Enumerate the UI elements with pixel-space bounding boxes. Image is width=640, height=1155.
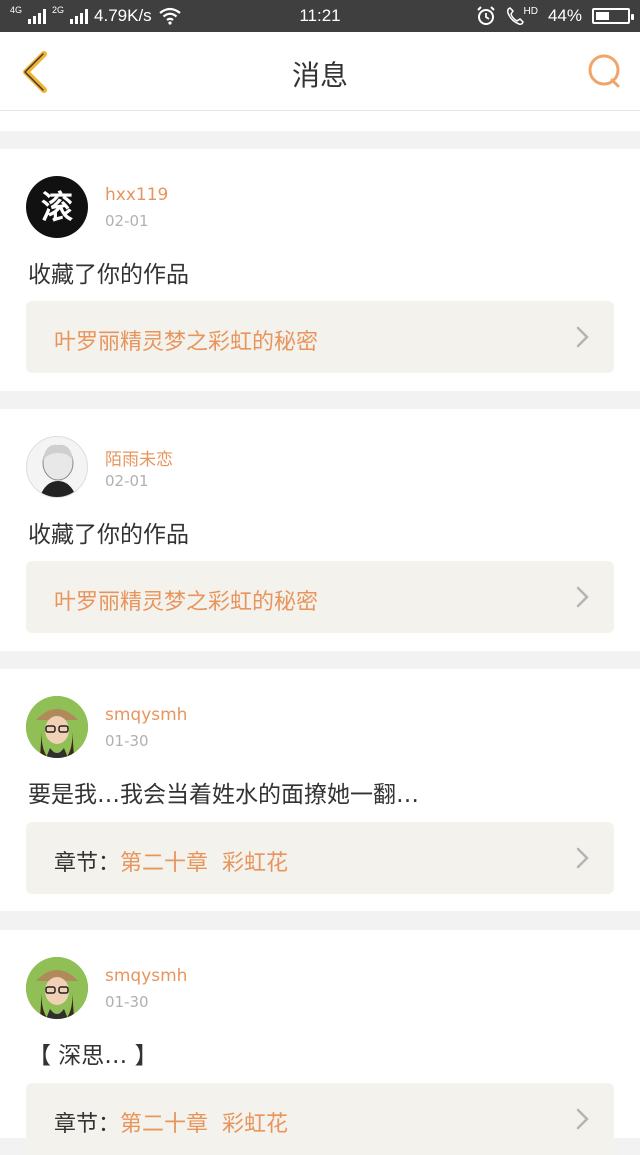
ref-title: 第二十章 彩虹花 <box>120 1112 289 1137</box>
battery-icon <box>592 8 634 24</box>
page-title: 消息 <box>291 59 348 92</box>
message-date: 02-01 <box>105 212 149 230</box>
ref-label: 章节： <box>54 851 121 876</box>
avatar[interactable] <box>26 436 88 498</box>
chevron-right-icon <box>576 847 589 869</box>
status-bar: 4G 2G 4.79K/s 11:21 HD 44% <box>0 0 640 32</box>
username[interactable]: smqysmh <box>105 705 187 725</box>
avatar[interactable]: 滚 <box>26 176 88 238</box>
work-link[interactable]: 叶罗丽精灵梦之彩虹的秘密 <box>26 301 614 373</box>
alarm-icon <box>476 6 495 25</box>
phone-icon <box>506 7 524 25</box>
message-date: 01-30 <box>105 732 149 750</box>
hd-call-indicator: HD <box>506 6 538 26</box>
battery-level <box>596 12 609 20</box>
hd-label: HD <box>523 6 538 17</box>
chapter-link[interactable]: 章节：第二十章 彩虹花 <box>26 1083 614 1155</box>
chevron-right-icon <box>576 326 589 348</box>
message-card[interactable]: smqysmh 01-30 【 深思… 】 章节：第二十章 彩虹花 <box>0 930 640 1155</box>
work-title: 叶罗丽精灵梦之彩虹的秘密 <box>54 324 318 356</box>
ref-title: 叶罗丽精灵梦之彩虹的秘密 <box>54 330 319 355</box>
message-text: 要是我…我会当着姓水的面撩她一翻… <box>28 782 419 808</box>
ref-title: 第二十章 彩虹花 <box>120 851 289 876</box>
search-icon <box>588 54 620 88</box>
avatar-image <box>26 696 88 758</box>
message-card[interactable]: 陌雨未恋 02-01 收藏了你的作品 叶罗丽精灵梦之彩虹的秘密 <box>0 409 640 651</box>
message-text: 收藏了你的作品 <box>28 262 189 288</box>
previous-card-edge <box>0 111 640 131</box>
chapter-link[interactable]: 章节：第二十章 彩虹花 <box>26 822 614 894</box>
chapter-title: 章节：第二十章 彩虹花 <box>54 1106 288 1138</box>
message-text: 收藏了你的作品 <box>28 522 189 548</box>
search-button[interactable] <box>584 50 624 94</box>
work-title: 叶罗丽精灵梦之彩虹的秘密 <box>54 584 318 616</box>
chapter-title: 章节：第二十章 彩虹花 <box>54 845 288 877</box>
chevron-right-icon <box>576 1108 589 1130</box>
message-date: 02-01 <box>105 472 149 490</box>
message-card[interactable]: smqysmh 01-30 要是我…我会当着姓水的面撩她一翻… 章节：第二十章 … <box>0 669 640 911</box>
message-card[interactable]: 滚 hxx119 02-01 收藏了你的作品 叶罗丽精灵梦之彩虹的秘密 <box>0 149 640 391</box>
username[interactable]: hxx119 <box>105 185 168 205</box>
avatar[interactable] <box>26 696 88 758</box>
username[interactable]: smqysmh <box>105 966 187 986</box>
avatar-image <box>26 957 88 1019</box>
avatar-image <box>39 444 77 497</box>
ref-title: 叶罗丽精灵梦之彩虹的秘密 <box>54 590 319 615</box>
work-link[interactable]: 叶罗丽精灵梦之彩虹的秘密 <box>26 561 614 633</box>
chevron-right-icon <box>576 586 589 608</box>
username[interactable]: 陌雨未恋 <box>105 445 173 470</box>
message-date: 01-30 <box>105 993 149 1011</box>
status-right: HD 44% <box>476 6 634 26</box>
message-text: 【 深思… 】 <box>28 1043 158 1069</box>
ref-label: 章节： <box>54 1112 121 1137</box>
avatar-text: 滚 <box>40 188 73 226</box>
battery-percent: 44% <box>547 6 582 25</box>
navigation-bar: 消息 <box>0 32 640 111</box>
avatar[interactable] <box>26 957 88 1019</box>
